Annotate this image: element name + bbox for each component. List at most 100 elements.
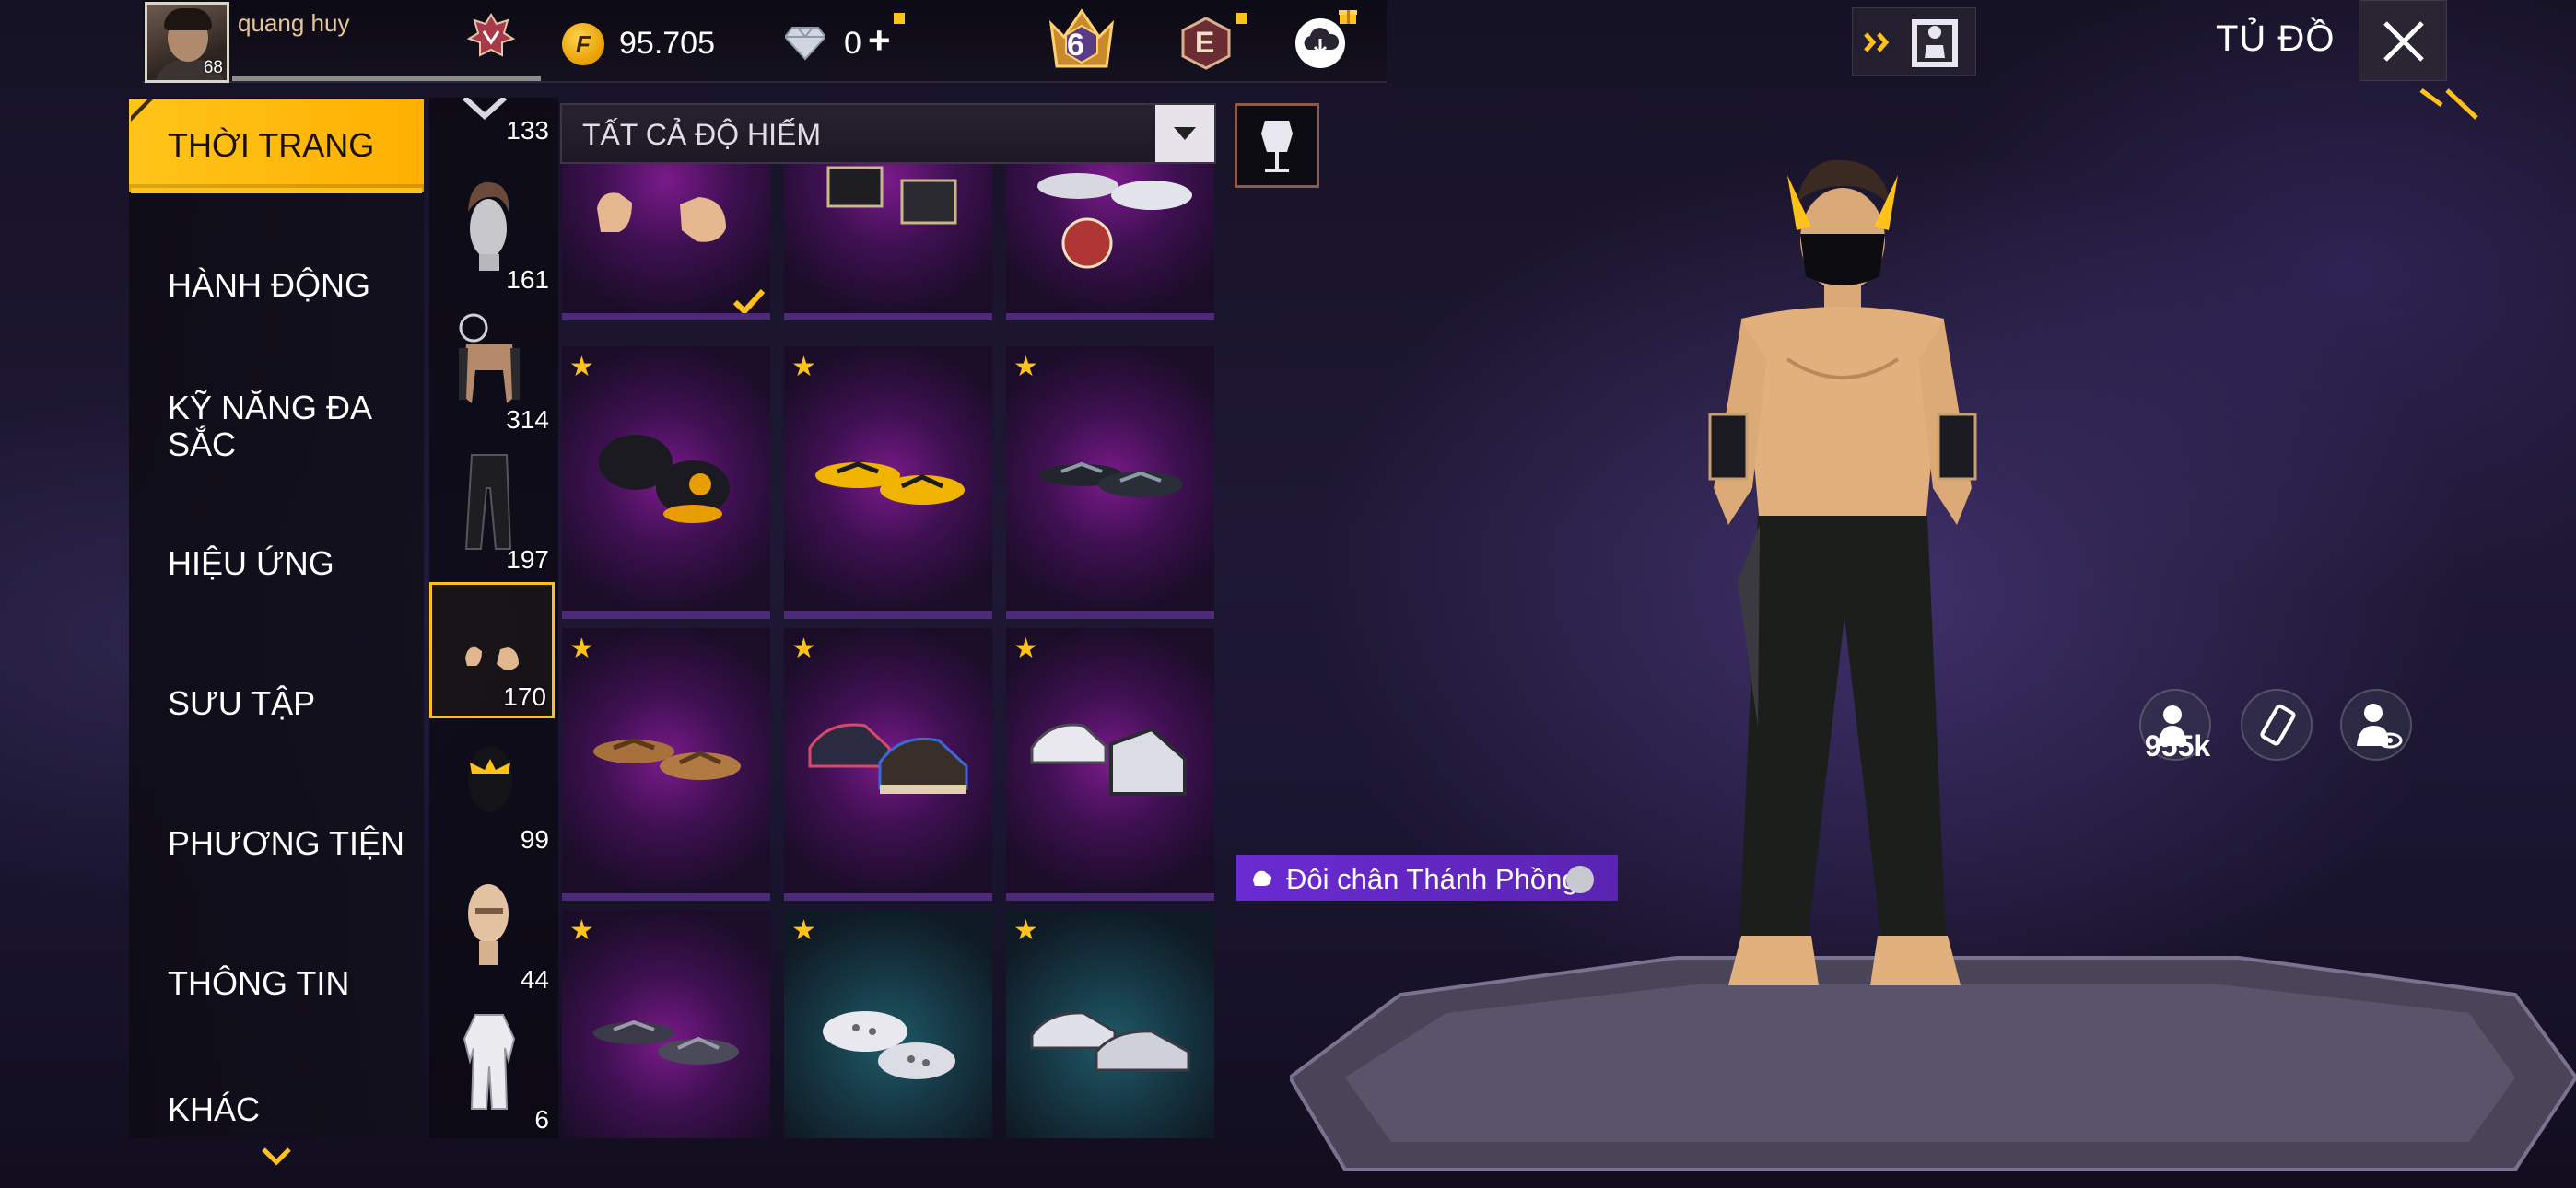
menu-item-other[interactable]: KHÁC xyxy=(129,1077,424,1142)
menu-item-vehicles[interactable]: PHƯƠNG TIỆN xyxy=(129,798,424,890)
chevron-down-icon[interactable] xyxy=(260,1146,293,1168)
elite-pass-label: E xyxy=(1195,26,1215,59)
player-avatar[interactable]: 68 xyxy=(145,2,229,83)
menu-item-label: THỜI TRANG xyxy=(168,126,375,164)
yellow-flip-flops-item-icon xyxy=(815,461,965,505)
subcategory-mask[interactable]: 133 xyxy=(429,98,555,149)
rotate-phone-icon xyxy=(2260,704,2296,746)
menu-item-label: KHÁC xyxy=(168,1090,261,1128)
menu-item-emotes[interactable]: HÀNH ĐỘNG xyxy=(129,239,424,332)
mannequin-icon xyxy=(1261,121,1293,172)
black-boots-item-icon xyxy=(826,166,957,225)
close-icon xyxy=(2383,21,2424,62)
grey-flip-flops-item-icon xyxy=(593,1019,739,1065)
face-icon xyxy=(468,884,509,965)
subcategory-bottom[interactable]: 197 xyxy=(429,442,555,578)
hair-icon xyxy=(468,181,509,271)
page-title: TỦ ĐỒ xyxy=(2216,18,2336,59)
menu-item-collection[interactable]: SƯU TẬP xyxy=(129,658,424,750)
subcategory-outfit[interactable]: 6 xyxy=(429,1002,555,1138)
item-card[interactable]: ★ xyxy=(1006,346,1214,619)
item-card[interactable]: ★ xyxy=(784,910,992,1138)
mannequin-preview-button[interactable] xyxy=(1235,103,1319,188)
subcategory-count: 133 xyxy=(506,116,549,145)
active-underline xyxy=(131,188,422,193)
subcategory-shoes[interactable]: 170 xyxy=(429,582,555,718)
white-sandals-item-icon xyxy=(823,1011,955,1079)
rarity-strip xyxy=(562,611,626,619)
player-character[interactable] xyxy=(1649,138,2036,1068)
gold-coin-icon: F xyxy=(562,23,604,65)
subcategory-count: 314 xyxy=(506,405,549,434)
gold-amount: 95.705 xyxy=(619,26,715,61)
season-level: 6 xyxy=(1067,28,1084,63)
white-sneakers-item-icon xyxy=(1030,723,1187,796)
subcategory-count: 44 xyxy=(520,965,549,994)
player-name: quang huy xyxy=(238,9,350,37)
menu-item-color-skills[interactable]: KỸ NĂNG ĐA SẮC xyxy=(129,357,405,495)
menu-item-fashion[interactable]: THỜI TRANG xyxy=(129,99,424,192)
diamond-icon xyxy=(785,27,825,61)
item-card[interactable]: ★ xyxy=(1006,910,1214,1138)
menu-item-label: THÔNG TIN xyxy=(168,964,350,1002)
menu-item-label: PHƯƠNG TIỆN xyxy=(168,824,404,862)
item-grid: ★ ★ ★ ★ ★ ★ ★ ★ ★ xyxy=(560,164,1216,1138)
notification-dot xyxy=(1236,13,1247,24)
subcategory-count: 197 xyxy=(506,545,549,574)
demon-slayer-sandals-item-icon xyxy=(1037,173,1192,269)
favorite-star-icon: ★ xyxy=(1013,915,1038,946)
menu-item-effects[interactable]: HIỆU ỨNG xyxy=(129,518,424,610)
avatar-hair xyxy=(164,8,212,30)
stripe-decoration-icon xyxy=(131,99,153,122)
male-gender-icon xyxy=(1566,866,1594,893)
rarity-strip xyxy=(562,313,626,320)
brown-flip-flops-item-icon xyxy=(593,738,741,780)
bare-feet-icon xyxy=(465,646,519,670)
rotate-view-button[interactable] xyxy=(2241,689,2313,761)
rarity-strip xyxy=(784,893,849,901)
equipped-check-icon xyxy=(733,289,765,313)
rarity-filter-dropdown[interactable]: TẤT CẢ ĐỘ HIẾM xyxy=(560,103,1216,164)
equipped-item-tag[interactable]: Đôi chân Thánh Phồng xyxy=(1236,855,1618,901)
jumpsuit-icon xyxy=(463,1014,516,1110)
subcategory-count: 161 xyxy=(506,265,549,294)
close-button[interactable] xyxy=(2359,0,2447,81)
menu-item-label: HIỆU ỨNG xyxy=(168,544,334,582)
rarity-strip xyxy=(1006,893,1071,901)
item-card[interactable] xyxy=(1006,164,1214,320)
shirt-icon xyxy=(459,313,520,403)
mask-icon xyxy=(462,98,508,121)
item-card[interactable] xyxy=(562,164,770,320)
add-diamonds-button[interactable]: + xyxy=(868,18,891,63)
diamond-amount: 0 xyxy=(844,26,861,61)
feet-icon xyxy=(1253,870,1271,886)
subcategory-count: 170 xyxy=(503,682,546,711)
menu-item-label: KỸ NĂNG ĐA SẮC xyxy=(168,389,371,463)
item-card[interactable]: ★ xyxy=(784,346,992,619)
item-card[interactable]: ★ xyxy=(562,346,770,619)
item-card[interactable]: ★ xyxy=(1006,628,1214,901)
menu-item-info[interactable]: THÔNG TIN xyxy=(129,938,424,1030)
equipped-item-name: Đôi chân Thánh Phồng xyxy=(1286,863,1578,895)
subcategory-hair[interactable]: 161 xyxy=(429,162,555,298)
favorite-star-icon: ★ xyxy=(569,915,594,946)
favorite-star-icon: ★ xyxy=(791,915,816,946)
subcategory-face[interactable]: 44 xyxy=(429,862,555,998)
subcategory-mask-head[interactable]: 99 xyxy=(429,722,555,858)
item-card[interactable]: ★ xyxy=(562,910,770,1138)
favorite-star-icon: ★ xyxy=(1013,352,1038,382)
favorite-star-icon: ★ xyxy=(1013,634,1038,664)
rank-badge-icon[interactable] xyxy=(465,11,517,63)
subcategory-top[interactable]: 314 xyxy=(429,302,555,438)
chevron-down-icon[interactable] xyxy=(1155,105,1214,162)
item-card[interactable]: ★ xyxy=(562,628,770,901)
rarity-strip xyxy=(784,611,849,619)
view-eye-icon xyxy=(2357,704,2403,749)
favorite-star-icon: ★ xyxy=(569,634,594,664)
rarity-strip xyxy=(1006,313,1071,320)
item-card[interactable] xyxy=(784,164,992,320)
favorite-star-icon: ★ xyxy=(569,352,594,382)
item-card[interactable]: ★ xyxy=(784,628,992,901)
view-character-button[interactable] xyxy=(2340,689,2412,761)
expand-panel-button[interactable] xyxy=(1852,7,1976,76)
